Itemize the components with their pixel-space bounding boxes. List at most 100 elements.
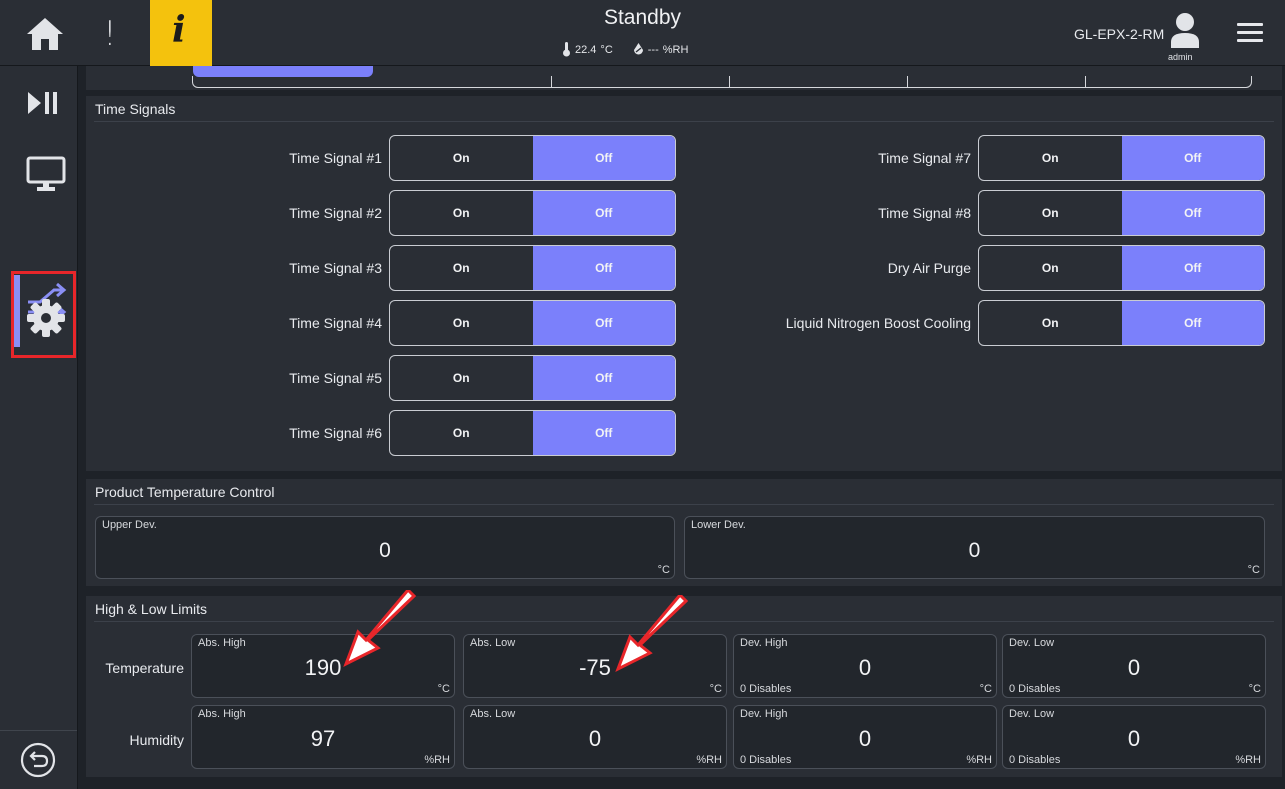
toggle-on-option[interactable]: On xyxy=(979,301,1122,345)
time-signal-toggle[interactable]: On Off xyxy=(389,135,676,181)
toggle-off-option[interactable]: Off xyxy=(532,301,675,345)
toggle-on-option[interactable]: On xyxy=(390,136,533,180)
time-signal-label: Time Signal #1 xyxy=(289,150,382,166)
field-label: Abs. High xyxy=(198,637,246,649)
time-signal-label: Time Signal #2 xyxy=(289,205,382,221)
field-unit: °C xyxy=(657,564,670,576)
field-label: Lower Dev. xyxy=(691,519,746,531)
toggle-off-option[interactable]: Off xyxy=(1121,136,1264,180)
back-arrow-icon[interactable] xyxy=(20,742,56,778)
tab-3[interactable] xyxy=(729,76,730,88)
toggle-on-option[interactable]: On xyxy=(979,136,1122,180)
tab-4[interactable] xyxy=(907,76,908,88)
tab-strip xyxy=(86,66,1282,90)
time-signal-toggle[interactable]: On Off xyxy=(978,300,1265,346)
toggle-on-option[interactable]: On xyxy=(390,411,533,455)
panel-title: Time Signals xyxy=(95,101,176,117)
toggle-on-option[interactable]: On xyxy=(390,301,533,345)
panel-title: High & Low Limits xyxy=(95,601,208,617)
field-value: 97 xyxy=(310,726,336,751)
nav-monitor[interactable] xyxy=(0,148,78,208)
time-signal-label: Liquid Nitrogen Boost Cooling xyxy=(785,315,971,331)
toggle-off-option[interactable]: Off xyxy=(1121,191,1264,235)
time-signal-toggle[interactable]: On Off xyxy=(389,245,676,291)
tab-active[interactable] xyxy=(193,66,373,77)
tab-2[interactable] xyxy=(551,76,552,88)
nav-settings[interactable] xyxy=(0,290,78,350)
time-signal-toggle[interactable]: On Off xyxy=(978,245,1265,291)
toggle-on-option[interactable]: On xyxy=(390,356,533,400)
field-note: 0 Disables xyxy=(1009,683,1061,695)
time-signal-label: Time Signal #4 xyxy=(289,315,382,331)
hamburger-menu-icon[interactable] xyxy=(1237,23,1263,43)
monitor-icon xyxy=(26,156,66,191)
field-label: Abs. Low xyxy=(470,637,516,649)
field-unit: %RH xyxy=(424,754,450,766)
lower-deviation-field[interactable]: Lower Dev. 0 °C xyxy=(684,516,1265,579)
field-label: Dev. Low xyxy=(1009,637,1055,649)
status-readings: 22.4 °C --- %RH xyxy=(562,42,688,57)
field-value: 0 xyxy=(968,539,981,562)
time-signal-toggle[interactable]: On Off xyxy=(389,355,676,401)
play-pause-icon xyxy=(28,92,57,114)
temperature-row-label: Temperature xyxy=(105,660,184,676)
field-unit: °C xyxy=(437,683,450,695)
toggle-off-option[interactable]: Off xyxy=(532,136,675,180)
toggle-off-option[interactable]: Off xyxy=(1121,301,1264,345)
thermometer-icon xyxy=(563,42,570,57)
annotation-arrow xyxy=(615,595,689,673)
humidity-icon xyxy=(633,43,643,55)
time-signal-label: Time Signal #3 xyxy=(289,260,382,276)
temperature-dev-low-field[interactable]: Dev. Low 0 °C 0 Disables xyxy=(1002,634,1266,698)
time-signal-toggle[interactable]: On Off xyxy=(978,190,1265,236)
field-value: 0 xyxy=(1127,655,1141,680)
humidity-dev-low-field[interactable]: Dev. Low 0 %RH 0 Disables xyxy=(1002,705,1266,769)
nav-separator xyxy=(0,730,77,731)
time-signal-toggle[interactable]: On Off xyxy=(389,410,676,456)
time-signal-toggle[interactable]: On Off xyxy=(389,300,676,346)
field-value: 0 xyxy=(1127,726,1141,751)
upper-deviation-field[interactable]: Upper Dev. 0 °C xyxy=(95,516,675,579)
user-name: admin xyxy=(1168,52,1193,62)
divider xyxy=(94,121,1274,122)
field-value: 0 xyxy=(379,539,391,562)
toggle-on-option[interactable]: On xyxy=(390,191,533,235)
user-icon[interactable] xyxy=(1170,12,1200,48)
toggle-off-option[interactable]: Off xyxy=(532,411,675,455)
time-signal-label: Time Signal #6 xyxy=(289,425,382,441)
field-unit: °C xyxy=(1247,564,1260,576)
field-label: Dev. High xyxy=(740,637,788,649)
toggle-off-option[interactable]: Off xyxy=(1121,246,1264,290)
humidity-abs-low-field[interactable]: Abs. Low 0 %RH xyxy=(463,705,727,769)
field-label: Dev. Low xyxy=(1009,708,1055,720)
field-label: Abs. Low xyxy=(470,708,516,720)
temperature-dev-high-field[interactable]: Dev. High 0 °C 0 Disables xyxy=(733,634,997,698)
time-signal-label: Time Signal #5 xyxy=(289,370,382,386)
field-label: Abs. High xyxy=(198,708,246,720)
field-value: 0 xyxy=(588,726,602,751)
field-value: 0 xyxy=(858,655,872,680)
toggle-on-option[interactable]: On xyxy=(390,246,533,290)
toggle-off-option[interactable]: Off xyxy=(532,246,675,290)
humidity-abs-high-field[interactable]: Abs. High 97 %RH xyxy=(191,705,455,769)
humidity-unit: %RH xyxy=(662,43,689,56)
side-nav xyxy=(0,66,78,789)
time-signal-toggle[interactable]: On Off xyxy=(978,135,1265,181)
toggle-off-option[interactable]: Off xyxy=(532,191,675,235)
tab-5[interactable] xyxy=(1085,76,1086,88)
humidity-dev-high-field[interactable]: Dev. High 0 %RH 0 Disables xyxy=(733,705,997,769)
field-note: 0 Disables xyxy=(740,683,792,695)
nav-run-control[interactable] xyxy=(0,74,78,134)
product-temperature-panel: Product Temperature Control Upper Dev. 0… xyxy=(86,479,1282,586)
field-unit: °C xyxy=(979,683,992,695)
field-label: Dev. High xyxy=(740,708,788,720)
field-value: 0 xyxy=(858,726,872,751)
divider xyxy=(94,504,1274,505)
toggle-on-option[interactable]: On xyxy=(979,191,1122,235)
tab-strip-outline xyxy=(192,76,1252,88)
humidity-row-label: Humidity xyxy=(129,732,184,748)
time-signal-toggle[interactable]: On Off xyxy=(389,190,676,236)
toggle-on-option[interactable]: On xyxy=(979,246,1122,290)
toggle-off-option[interactable]: Off xyxy=(532,356,675,400)
time-signal-label: Time Signal #8 xyxy=(878,205,971,221)
